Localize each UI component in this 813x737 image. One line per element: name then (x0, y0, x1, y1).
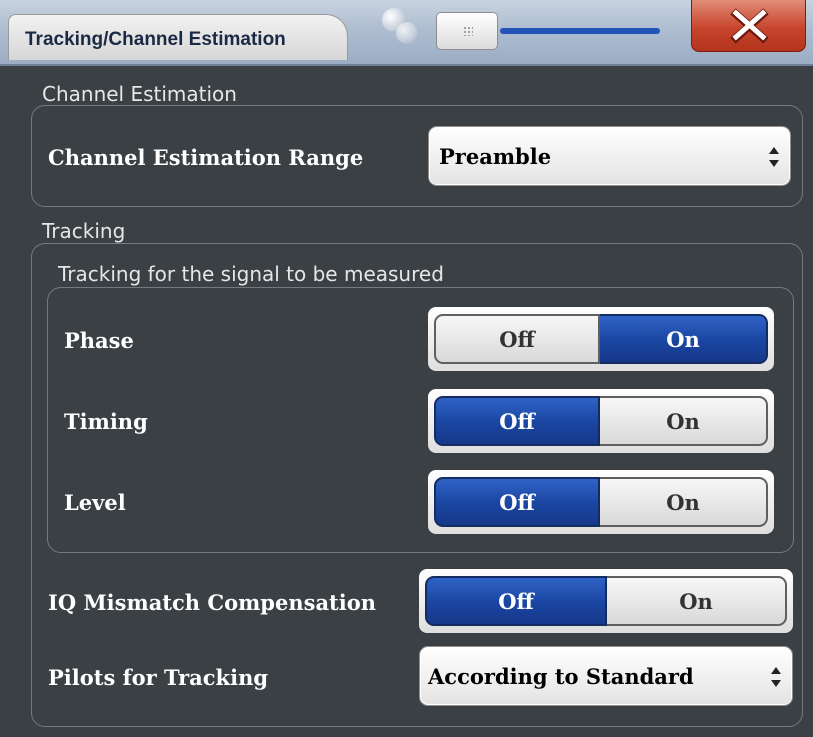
close-icon (730, 8, 769, 44)
phase-tracking-on-button[interactable]: On (600, 314, 768, 364)
transparency-slider-track[interactable] (500, 28, 660, 34)
pilots-for-tracking-value: According to Standard (428, 664, 694, 689)
level-tracking-on-button[interactable]: On (600, 477, 768, 527)
dialog-title-tab: Tracking/Channel Estimation (8, 14, 348, 60)
dialog-titlebar[interactable]: Tracking/Channel Estimation (0, 0, 813, 66)
level-tracking-off-button[interactable]: Off (434, 477, 600, 527)
decorative-orb (396, 22, 418, 44)
phase-tracking-toggle: Off On (428, 307, 774, 371)
iq-mismatch-off-button[interactable]: Off (425, 576, 607, 626)
timing-tracking-toggle: Off On (428, 389, 774, 453)
iq-mismatch-on-button[interactable]: On (607, 576, 787, 626)
phase-tracking-label: Phase (64, 328, 134, 353)
pilots-for-tracking-label: Pilots for Tracking (48, 665, 269, 690)
transparency-slider-handle[interactable] (436, 12, 498, 50)
channel-estimation-section-label: Channel Estimation (42, 82, 237, 106)
phase-tracking-off-button[interactable]: Off (434, 314, 600, 364)
spinner-arrows-icon (771, 667, 781, 687)
timing-tracking-off-button[interactable]: Off (434, 396, 600, 446)
close-button[interactable] (691, 0, 806, 52)
level-tracking-toggle: Off On (428, 470, 774, 534)
iq-mismatch-toggle: Off On (419, 569, 793, 633)
title-decoration (382, 8, 442, 48)
channel-estimation-range-label: Channel Estimation Range (48, 145, 364, 170)
pilots-for-tracking-dropdown[interactable]: According to Standard (419, 646, 793, 706)
timing-tracking-on-button[interactable]: On (600, 396, 768, 446)
tracking-subgroup-label: Tracking for the signal to be measured (58, 262, 444, 286)
grip-icon (463, 26, 473, 36)
channel-estimation-range-dropdown[interactable]: Preamble (428, 126, 791, 186)
level-tracking-label: Level (64, 490, 126, 515)
channel-estimation-range-value: Preamble (439, 144, 552, 169)
tracking-section-label: Tracking (42, 219, 126, 243)
spinner-arrows-icon (769, 147, 779, 167)
dialog-title: Tracking/Channel Estimation (25, 29, 286, 50)
iq-mismatch-label: IQ Mismatch Compensation (48, 590, 377, 615)
timing-tracking-label: Timing (64, 409, 148, 434)
